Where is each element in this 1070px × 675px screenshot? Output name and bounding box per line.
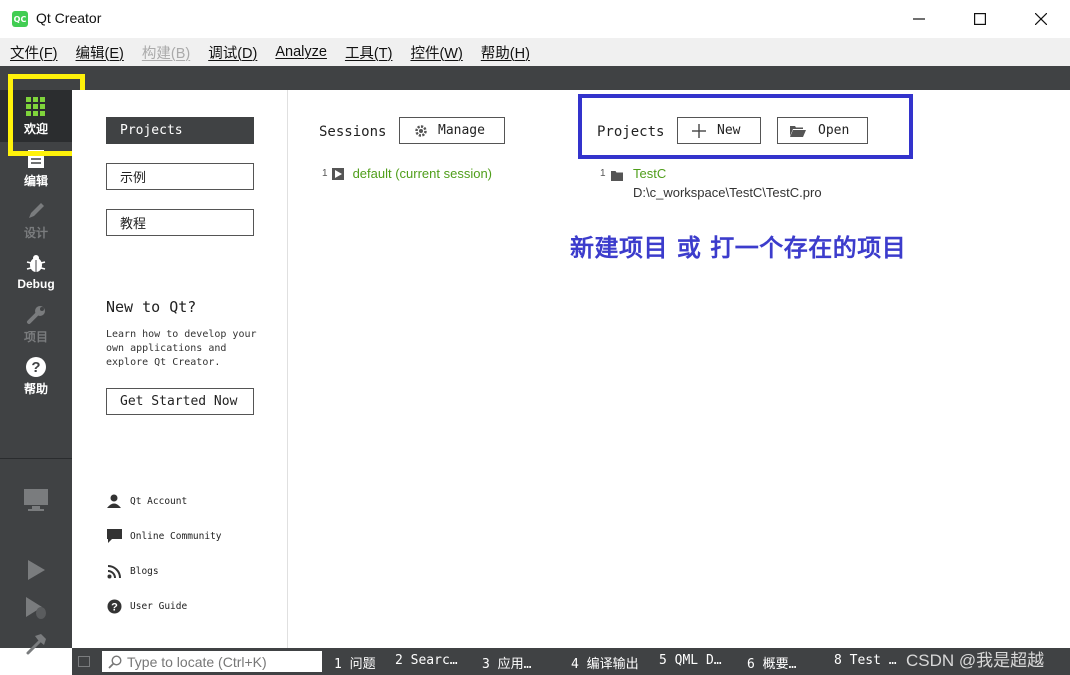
pane-general-messages[interactable]: 6 概要… [747,653,796,672]
pane-issues[interactable]: 1 问题 [334,653,376,672]
mode-help-label: 帮助 [23,381,48,396]
session-name[interactable]: default (current session) [353,166,492,181]
debug-play-icon [26,597,46,619]
mode-design-label: 设计 [23,225,48,240]
run-button[interactable] [22,556,50,584]
projects-tab-button[interactable]: Projects [106,117,254,144]
maximize-button[interactable] [957,0,1003,38]
menu-widgets[interactable]: 控件(W) [410,42,462,63]
bug-icon [26,253,46,275]
debug-run-button[interactable] [22,594,50,622]
online-community-label: Online Community [130,530,222,542]
qt-account-label: Qt Account [130,495,188,507]
open-project-button[interactable]: Open [777,117,868,144]
locator-placeholder: Type to locate (Ctrl+K) [127,653,267,670]
new-project-button[interactable]: New [677,117,761,144]
menu-analyze[interactable]: Analyze [275,44,327,60]
menu-file[interactable]: 文件(F) [10,42,58,63]
wrench-icon [26,304,46,326]
blogs-link[interactable]: Blogs [106,563,159,579]
pane-app-output[interactable]: 3 应用… [482,653,531,672]
session-index: 1 [322,168,328,179]
maximize-icon [974,13,986,25]
pane-test-results[interactable]: 8 Test … [834,653,897,668]
mode-debug-label: Debug [17,277,55,291]
plus-icon [692,123,706,138]
mode-help[interactable]: ? 帮助 [0,350,72,402]
mode-projects-label: 项目 [23,329,48,344]
examples-tab-button[interactable]: 示例 [106,163,254,190]
welcome-sidebar: Projects 示例 教程 New to Qt? Learn how to d… [72,90,288,648]
monitor-icon [24,489,48,511]
search-icon [108,654,122,669]
question-icon: ? [25,356,47,378]
play-icon [28,560,45,580]
session-expand-icon[interactable] [331,167,344,180]
new-label: New [717,123,741,138]
qt-creator-app-icon: QC [12,11,28,27]
user-guide-link[interactable]: ? User Guide [106,598,187,614]
user-icon [106,493,122,509]
mode-design[interactable]: 设计 [0,194,72,246]
new-to-qt-heading: New to Qt? [106,298,197,316]
close-icon [1035,13,1047,25]
svg-text:?: ? [111,601,118,613]
toggle-sidebar-icon[interactable] [78,656,90,667]
mode-projects[interactable]: 项目 [0,298,72,350]
question-circle-icon: ? [106,598,122,614]
modebar-divider [0,458,72,459]
manage-label: Manage [438,123,485,138]
gear-icon [415,124,427,137]
menu-tools[interactable]: 工具(T) [345,42,393,63]
get-started-button[interactable]: Get Started Now [106,388,254,415]
mode-debug[interactable]: Debug [0,246,72,298]
annotation-text: 新建项目 或 打一个存在的项目 [570,234,907,262]
qt-account-link[interactable]: Qt Account [106,493,187,509]
user-guide-label: User Guide [130,600,188,612]
mode-selector: 欢迎 编辑 设计 Debug 项目 ? 帮助 [0,90,72,655]
tutorials-tab-button[interactable]: 教程 [106,209,254,236]
menu-bar: 文件(F) 编辑(E) 构建(B) 调试(D) Analyze 工具(T) 控件… [0,38,1070,66]
project-path: D:\c_workspace\TestC\TestC.pro [633,185,822,200]
open-label: Open [818,123,850,138]
blogs-label: Blogs [130,565,159,577]
close-button[interactable] [1018,0,1064,38]
new-to-qt-description: Learn how to develop your own applicatio… [106,329,257,368]
menu-edit[interactable]: 编辑(E) [76,42,124,63]
project-name[interactable]: TestC [633,166,666,181]
watermark: CSDN @我是超越 [906,651,1045,670]
title-bar: QC Qt Creator [0,0,1070,38]
menu-help[interactable]: 帮助(H) [481,42,530,63]
manage-sessions-button[interactable]: Manage [399,117,505,144]
minimize-button[interactable] [896,0,942,38]
toolbar-strip [0,66,1070,90]
hammer-icon [26,634,46,655]
session-item[interactable]: 1 default (current session) [322,166,492,181]
mode-edit-label: 编辑 [23,173,48,188]
menu-build[interactable]: 构建(B) [142,42,190,63]
online-community-link[interactable]: Online Community [106,528,222,544]
chat-bubble-icon [106,528,122,544]
locator-input[interactable]: Type to locate (Ctrl+K) [102,651,322,672]
folder-icon [611,169,623,184]
pane-compile-output[interactable]: 4 编译输出 [571,653,639,672]
folder-open-icon [790,125,806,137]
build-button[interactable] [22,630,50,658]
window-title: Qt Creator [36,10,102,26]
pane-search[interactable]: 2 Searc… [395,653,458,668]
pane-qml-debugger[interactable]: 5 QML D… [659,653,722,668]
pencil-icon [26,200,46,222]
target-selector-button[interactable] [22,486,50,514]
minimize-icon [913,18,925,20]
menu-debug[interactable]: 调试(D) [208,42,257,63]
svg-text:?: ? [31,359,40,376]
rss-icon [106,563,122,579]
sessions-heading: Sessions [319,124,387,140]
project-index: 1 [600,168,606,179]
projects-heading: Projects [597,124,665,140]
